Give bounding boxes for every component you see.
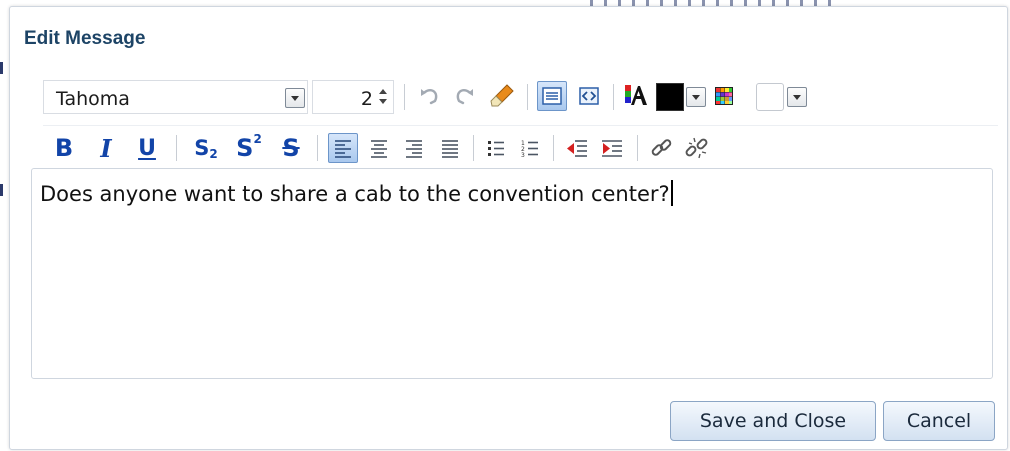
link-icon <box>651 139 672 156</box>
insert-link-button[interactable] <box>647 133 677 163</box>
highlight-color-swatch[interactable] <box>756 83 784 111</box>
subscript-sub: 2 <box>209 147 218 161</box>
font-size-value: 2 <box>360 88 373 110</box>
clear-formatting-button[interactable] <box>487 81 517 111</box>
superscript-label: S <box>236 134 254 162</box>
align-right-icon <box>406 140 422 158</box>
redo-icon <box>456 88 473 105</box>
italic-label: I <box>100 133 112 163</box>
bold-label: B <box>54 134 74 162</box>
spinner-icon[interactable] <box>377 86 390 108</box>
eraser-icon <box>490 84 514 107</box>
rich-text-icon <box>542 87 562 105</box>
align-center-icon <box>371 140 387 158</box>
text-caret <box>670 180 673 206</box>
text-style-button[interactable] <box>621 81 651 111</box>
rich-text-mode-button[interactable] <box>537 81 567 111</box>
subscript-button[interactable]: S2 <box>190 131 222 165</box>
toolbar-separator <box>473 135 474 161</box>
numbered-list-button[interactable]: 123 <box>515 133 545 163</box>
font-family-select[interactable]: Tahoma <box>43 80 308 114</box>
svg-text:3: 3 <box>521 152 525 159</box>
font-size-stepper[interactable]: 2 <box>312 80 394 114</box>
outdent-icon <box>567 140 587 157</box>
cancel-button[interactable]: Cancel <box>883 401 995 441</box>
background-color-button[interactable] <box>709 81 739 111</box>
edit-message-dialog: Edit Message Tahoma 2 B I U S 2 S 2 S 1 … <box>9 6 1008 450</box>
color-grid-icon <box>715 87 733 105</box>
numbered-list-icon: 123 <box>521 140 538 159</box>
align-right-button[interactable] <box>399 133 429 163</box>
align-left-icon <box>335 140 351 158</box>
message-editor[interactable]: Does anyone want to share a cab to the c… <box>31 168 993 379</box>
toolbar-separator <box>613 84 614 110</box>
toolbar-separator <box>527 84 528 110</box>
dialog-title: Edit Message <box>24 28 146 49</box>
align-left-button[interactable] <box>328 133 358 163</box>
toolbar-separator <box>317 135 318 161</box>
align-center-button[interactable] <box>364 133 394 163</box>
source-code-mode-button[interactable] <box>574 81 604 111</box>
toolbar-divider <box>43 125 998 126</box>
background-mark <box>0 62 3 74</box>
underline-button[interactable]: U <box>132 131 162 165</box>
justify-icon <box>442 140 458 158</box>
source-code-icon <box>579 87 599 105</box>
strikethrough-label: S <box>282 134 300 162</box>
subscript-label: S <box>194 136 210 160</box>
spin-up-icon[interactable] <box>379 89 387 94</box>
font-family-value: Tahoma <box>56 88 130 110</box>
bold-button[interactable]: B <box>49 131 79 165</box>
underline-label: U <box>138 135 156 161</box>
indent-icon <box>602 140 622 157</box>
bulleted-list-button[interactable] <box>481 133 511 163</box>
remove-link-button[interactable] <box>682 133 712 163</box>
undo-icon <box>421 88 438 105</box>
unlink-icon <box>685 137 708 159</box>
spin-down-icon[interactable] <box>379 99 387 104</box>
background-mark <box>0 184 3 196</box>
bulleted-list-icon <box>488 141 504 156</box>
chevron-down-icon[interactable] <box>285 88 305 108</box>
text-style-icon <box>625 85 647 105</box>
chevron-down-icon[interactable] <box>686 87 706 107</box>
superscript-sup: 2 <box>253 132 262 146</box>
chevron-down-icon[interactable] <box>787 87 807 107</box>
toolbar-separator <box>404 84 405 110</box>
save-and-close-button[interactable]: Save and Close <box>670 401 876 441</box>
indent-button[interactable] <box>597 133 627 163</box>
toolbar-separator <box>637 135 638 161</box>
editor-content: Does anyone want to share a cab to the c… <box>40 180 673 206</box>
outdent-button[interactable] <box>562 133 592 163</box>
text-color-swatch[interactable] <box>656 83 684 111</box>
superscript-button[interactable]: S2 <box>232 131 266 165</box>
strikethrough-button[interactable]: S <box>276 131 306 165</box>
justify-button[interactable] <box>435 133 465 163</box>
undo-button[interactable] <box>414 81 444 111</box>
toolbar-separator <box>553 135 554 161</box>
italic-button[interactable]: I <box>91 131 121 165</box>
toolbar-separator <box>176 135 177 161</box>
redo-button[interactable] <box>450 81 480 111</box>
editor-text: Does anyone want to share a cab to the c… <box>40 182 670 206</box>
